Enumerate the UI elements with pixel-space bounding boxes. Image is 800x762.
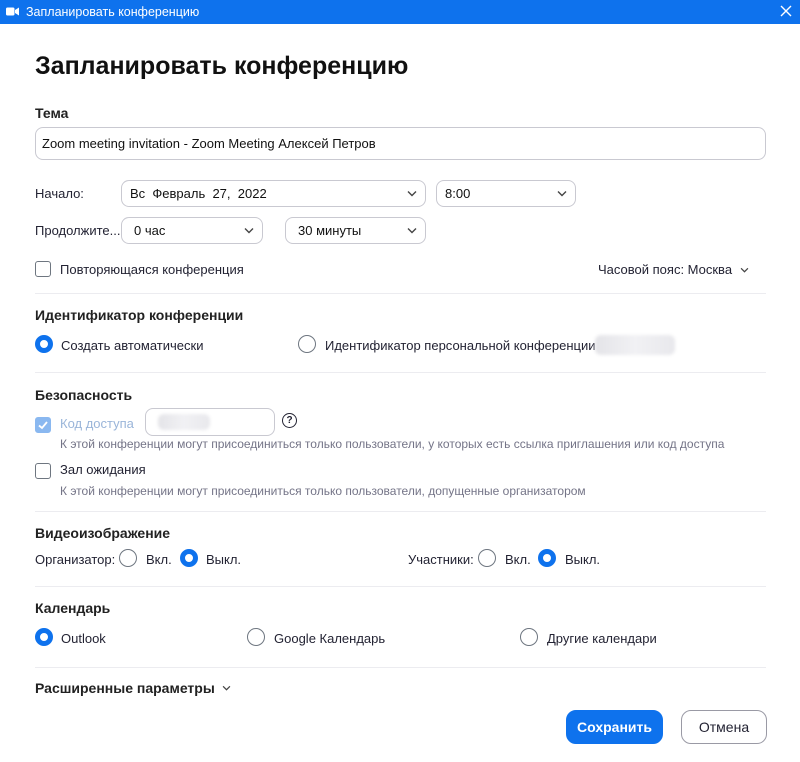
cancel-button[interactable]: Отмена bbox=[681, 710, 767, 744]
chevron-down-icon bbox=[244, 228, 254, 234]
calendar-other-label[interactable]: Другие календари bbox=[547, 631, 657, 646]
topic-value: Zoom meeting invitation - Zoom Meeting А… bbox=[42, 136, 376, 151]
participants-video-off-label[interactable]: Выкл. bbox=[565, 552, 600, 567]
chevron-down-icon bbox=[222, 685, 231, 691]
window-title-bar: Запланировать конференцию bbox=[0, 0, 800, 24]
meeting-id-title: Идентификатор конференции bbox=[35, 307, 244, 323]
passcode-hint: К этой конференции могут присоединиться … bbox=[60, 437, 725, 451]
timezone-label: Часовой пояс: Москва bbox=[598, 262, 733, 277]
start-label: Начало: bbox=[35, 186, 84, 201]
help-icon[interactable]: ? bbox=[282, 413, 297, 428]
passcode-redacted bbox=[158, 414, 210, 430]
topic-input[interactable]: Zoom meeting invitation - Zoom Meeting А… bbox=[35, 127, 766, 160]
host-video-off-radio[interactable] bbox=[180, 549, 198, 567]
meeting-id-personal-label[interactable]: Идентификатор персональной конференции bbox=[325, 338, 596, 353]
recurring-checkbox[interactable] bbox=[35, 261, 51, 277]
passcode-checkbox bbox=[35, 417, 51, 433]
duration-hours-select[interactable]: 0 час bbox=[121, 217, 263, 244]
host-video-on-label[interactable]: Вкл. bbox=[146, 552, 172, 567]
duration-minutes-value: 30 минуты bbox=[298, 223, 362, 238]
meeting-id-personal-radio[interactable] bbox=[298, 335, 316, 353]
security-title: Безопасность bbox=[35, 387, 133, 403]
zoom-camera-icon bbox=[6, 7, 19, 16]
start-time-select[interactable]: 8:00 bbox=[436, 180, 576, 207]
divider bbox=[35, 511, 766, 512]
host-video-off-label[interactable]: Выкл. bbox=[206, 552, 241, 567]
duration-hours-value: 0 час bbox=[134, 223, 166, 238]
divider bbox=[35, 667, 766, 668]
participants-video-on-label[interactable]: Вкл. bbox=[505, 552, 531, 567]
divider bbox=[35, 293, 766, 294]
close-icon[interactable] bbox=[778, 3, 794, 19]
chevron-down-icon bbox=[557, 191, 567, 197]
chevron-down-icon bbox=[407, 191, 417, 197]
save-button[interactable]: Сохранить bbox=[566, 710, 663, 744]
duration-label: Продолжите... bbox=[35, 223, 121, 238]
checkmark-icon bbox=[38, 421, 48, 430]
divider bbox=[35, 372, 766, 373]
participants-video-label: Участники: bbox=[408, 552, 474, 567]
waiting-room-checkbox[interactable] bbox=[35, 463, 51, 479]
calendar-outlook-label[interactable]: Outlook bbox=[61, 631, 106, 646]
start-date-select[interactable]: Вс Февраль 27, 2022 bbox=[121, 180, 426, 207]
recurring-label[interactable]: Повторяющаяся конференция bbox=[60, 262, 244, 277]
window-title: Запланировать конференцию bbox=[26, 5, 200, 19]
passcode-input[interactable] bbox=[145, 408, 275, 436]
duration-minutes-select[interactable]: 30 минуты bbox=[285, 217, 426, 244]
chevron-down-icon bbox=[407, 228, 417, 234]
participants-video-off-radio[interactable] bbox=[538, 549, 556, 567]
participants-video-on-radio[interactable] bbox=[478, 549, 496, 567]
start-time-value: 8:00 bbox=[445, 186, 471, 201]
topic-label: Тема bbox=[35, 105, 69, 121]
host-video-label: Организатор: bbox=[35, 552, 116, 567]
waiting-room-label[interactable]: Зал ожидания bbox=[60, 462, 146, 477]
calendar-outlook-radio[interactable] bbox=[35, 628, 53, 646]
advanced-options-toggle[interactable]: Расширенные параметры bbox=[35, 680, 231, 696]
passcode-label: Код доступа bbox=[60, 416, 134, 431]
calendar-other-radio[interactable] bbox=[520, 628, 538, 646]
calendar-google-label[interactable]: Google Календарь bbox=[274, 631, 385, 646]
calendar-google-radio[interactable] bbox=[247, 628, 265, 646]
meeting-id-auto-label[interactable]: Создать автоматически bbox=[61, 338, 203, 353]
advanced-options-label: Расширенные параметры bbox=[35, 680, 215, 696]
page-title: Запланировать конференцию bbox=[35, 52, 409, 80]
meeting-id-auto-radio[interactable] bbox=[35, 335, 53, 353]
personal-meeting-id-redacted bbox=[595, 335, 675, 355]
video-title: Видеоизображение bbox=[35, 525, 171, 541]
chevron-down-icon bbox=[740, 267, 749, 273]
timezone-select[interactable]: Часовой пояс: Москва bbox=[598, 262, 749, 277]
calendar-title: Календарь bbox=[35, 600, 111, 616]
divider bbox=[35, 586, 766, 587]
host-video-on-radio[interactable] bbox=[119, 549, 137, 567]
waiting-room-hint: К этой конференции могут присоединиться … bbox=[60, 484, 586, 498]
start-date-value: Вс Февраль 27, 2022 bbox=[130, 186, 267, 201]
